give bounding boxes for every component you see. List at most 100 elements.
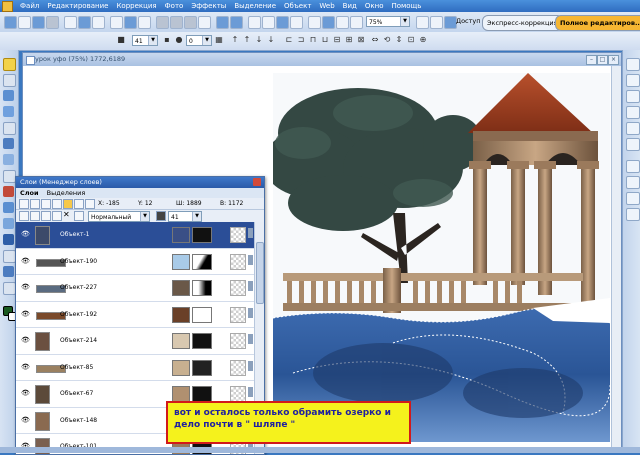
dock-properties-icon[interactable] (626, 74, 640, 87)
browser-icon[interactable] (92, 16, 105, 29)
menu-object[interactable]: Объект (280, 2, 315, 10)
close-button[interactable]: × (608, 55, 619, 65)
open-file-icon[interactable] (18, 16, 31, 29)
clone-tool-icon[interactable] (3, 218, 14, 229)
text-tool-icon[interactable] (3, 154, 14, 165)
y-field[interactable]: Y: 12 (138, 198, 152, 209)
layer-row[interactable]: 👁 Объект-190 (16, 248, 254, 275)
layer-copy-icon[interactable] (30, 199, 40, 209)
eye-icon[interactable]: 👁 (21, 363, 30, 372)
minimize-button[interactable]: – (586, 55, 597, 65)
delete-icon[interactable] (198, 16, 211, 29)
lock-icon[interactable] (248, 228, 253, 238)
maximize-button[interactable]: □ (597, 55, 608, 65)
zoom-select[interactable]: 75% ▼ (366, 16, 410, 27)
opacity-field[interactable]: 0 ▼ (186, 35, 212, 46)
layer-row[interactable]: 👁 Объект-214 (16, 328, 254, 355)
menu-selection[interactable]: Выделение (230, 2, 280, 10)
layer-mask-icon[interactable] (74, 199, 84, 209)
canvas-image[interactable] (273, 73, 610, 442)
eraser-tool-icon[interactable] (3, 202, 14, 213)
lock-icon[interactable] (248, 307, 253, 318)
height-field[interactable]: В: 1172 (220, 198, 243, 209)
menu-file[interactable]: Файл (16, 2, 43, 10)
frame-icon[interactable] (276, 16, 289, 29)
dock-text-icon[interactable] (626, 122, 640, 135)
close-icon[interactable] (253, 178, 261, 186)
eye-icon[interactable]: 👁 (21, 310, 30, 319)
dock-history-icon[interactable] (626, 90, 640, 103)
layer-merge-icon[interactable] (30, 211, 40, 221)
eye-icon[interactable]: 👁 (21, 257, 30, 266)
save-icon[interactable] (32, 16, 45, 29)
object-icon[interactable] (290, 16, 303, 29)
lock-icon[interactable] (248, 281, 253, 291)
lasso-tool-icon[interactable] (3, 90, 14, 101)
layer-row[interactable]: 👁 Объект-192 (16, 301, 254, 328)
layer-align-icon[interactable] (52, 211, 62, 221)
tab-layers[interactable]: Слои (20, 189, 39, 197)
dock-layers-icon[interactable] (626, 58, 640, 71)
brush-size-field[interactable]: 41 ▼ (132, 35, 158, 46)
flip-vertical-icon[interactable]: ⇕ (394, 35, 404, 45)
eye-icon[interactable]: 👁 (21, 230, 30, 239)
brush-tool-icon[interactable] (3, 186, 14, 197)
align-left-icon[interactable]: ⊏ (284, 35, 294, 45)
width-field[interactable]: Ш: 1889 (176, 198, 202, 209)
copy-icon[interactable] (170, 16, 183, 29)
fit-icon[interactable] (416, 16, 429, 29)
fullscreen-icon[interactable] (430, 16, 443, 29)
zoom-in-icon[interactable] (336, 16, 349, 29)
soft-edge-icon[interactable]: ▪ (162, 35, 172, 45)
vertical-scrollbar[interactable] (611, 66, 621, 451)
menu-photo[interactable]: Фото (161, 2, 188, 10)
layer-highlight-icon[interactable] (63, 199, 73, 209)
merge-icon[interactable]: ⊕ (418, 35, 428, 45)
scan-icon[interactable] (64, 16, 77, 29)
tab-full-edit[interactable]: Полное редактиров... (555, 15, 640, 31)
rotate-icon[interactable]: ⟲ (382, 35, 392, 45)
eye-icon[interactable]: 👁 (21, 336, 30, 345)
arrow-down-alt-icon[interactable]: ↓ (266, 35, 276, 45)
arrow-down-icon[interactable]: ↓ (254, 35, 264, 45)
align-bottom-icon[interactable]: ⊞ (344, 35, 354, 45)
new-file-icon[interactable] (4, 16, 17, 29)
dock-info-icon[interactable] (626, 176, 640, 189)
transform-tool-icon[interactable] (3, 74, 16, 87)
zoom-tool-icon[interactable] (3, 266, 14, 277)
eye-icon[interactable]: 👁 (21, 389, 30, 398)
layer-row[interactable]: 👁 Объект-227 (16, 275, 254, 302)
selection-tool-icon[interactable] (3, 122, 16, 135)
grid-icon[interactable] (308, 16, 321, 29)
tab-express-correction[interactable]: Экспресс-коррекция (482, 15, 563, 31)
paste-icon[interactable] (184, 16, 197, 29)
layer-link-icon[interactable] (85, 199, 95, 209)
redo-icon[interactable] (230, 16, 243, 29)
color-icon[interactable] (322, 16, 335, 29)
menu-edit[interactable]: Редактирование (43, 2, 112, 10)
crop-tool-icon[interactable] (3, 138, 14, 149)
email-icon[interactable] (124, 16, 137, 29)
transfer-icon[interactable] (248, 16, 261, 29)
dock-color-icon[interactable] (626, 106, 640, 119)
delete-layer-icon[interactable]: ✕ (63, 211, 71, 219)
web-icon[interactable] (110, 16, 123, 29)
layers-scrollbar-thumb[interactable] (256, 242, 264, 304)
menu-help[interactable]: Помощь (387, 2, 425, 10)
share-icon[interactable] (138, 16, 151, 29)
menu-correction[interactable]: Коррекция (112, 2, 160, 10)
lock-icon[interactable] (248, 387, 253, 397)
magic-wand-icon[interactable] (3, 106, 14, 117)
camera-icon[interactable] (78, 16, 91, 29)
eye-icon[interactable]: 👁 (21, 416, 30, 425)
lock-icon[interactable] (248, 334, 253, 344)
blend-mode-select[interactable]: Нормальный ▼ (88, 211, 150, 222)
fill-tool-icon[interactable] (3, 234, 14, 245)
arrow-up-icon[interactable]: ↑ (230, 35, 240, 45)
menu-web[interactable]: Web (315, 2, 338, 10)
layer-flatten-icon[interactable] (41, 211, 51, 221)
lock-icon[interactable] (248, 360, 253, 371)
print-icon[interactable] (46, 16, 59, 29)
lock-icon[interactable] (248, 254, 253, 265)
eye-icon[interactable]: 👁 (21, 283, 30, 292)
